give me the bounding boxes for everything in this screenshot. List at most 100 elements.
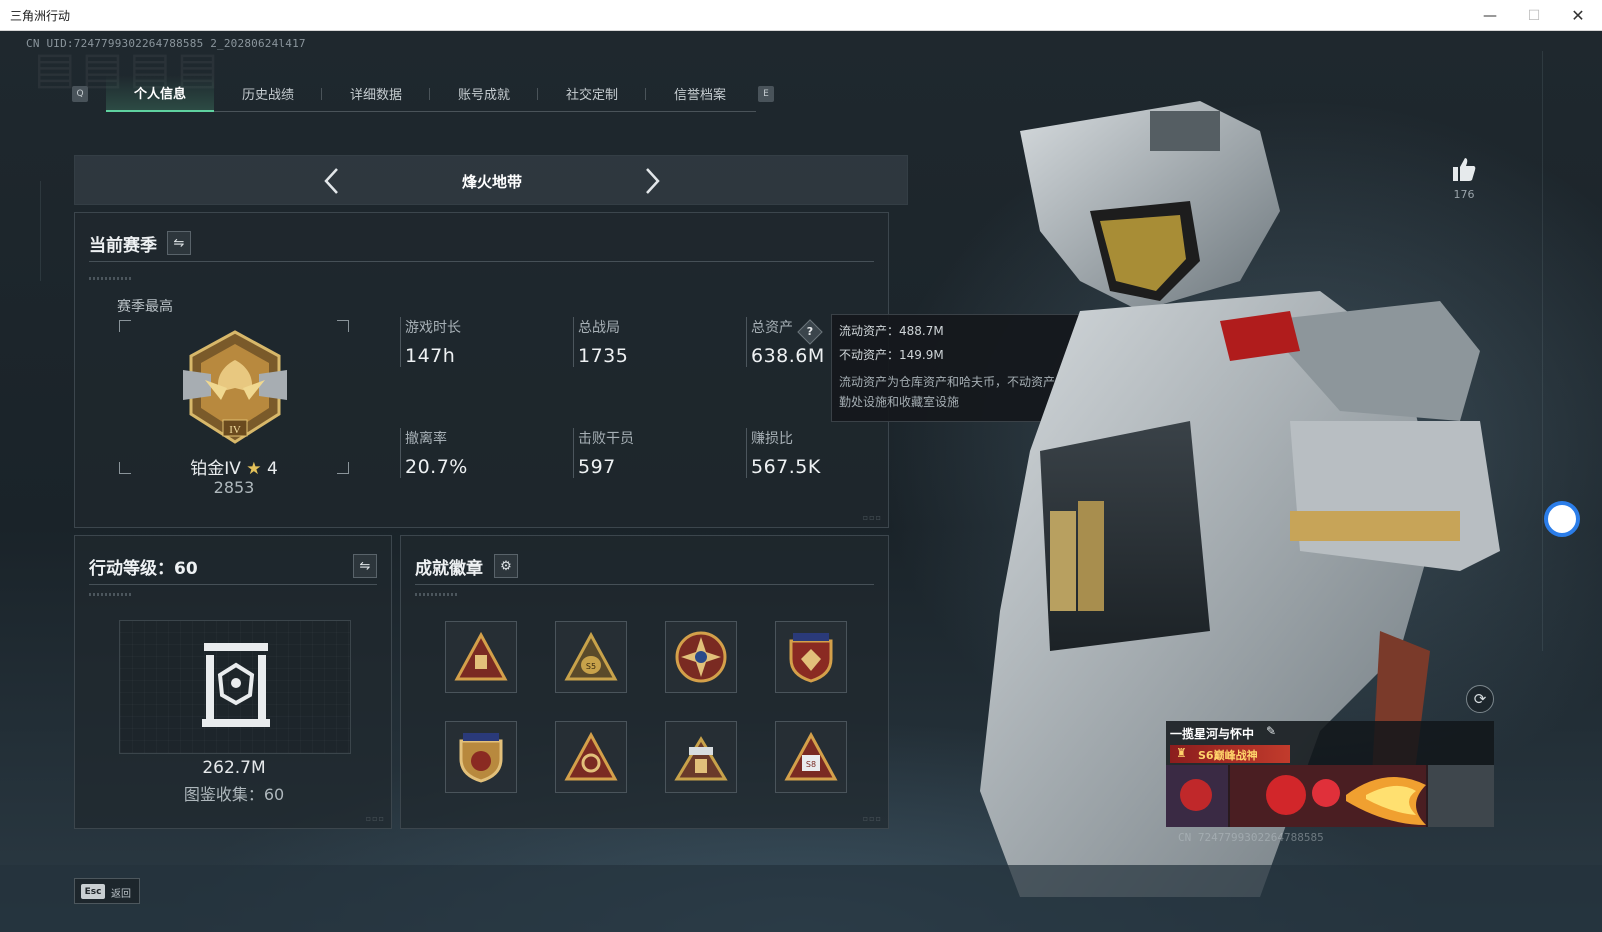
divider-dots bbox=[415, 593, 459, 596]
tab-social[interactable]: 社交定制 bbox=[538, 75, 646, 112]
swap-icon: ⇋ bbox=[173, 235, 185, 251]
tab-bar: 个人信息 历史战绩 详细数据 账号成就 社交定制 信誉档案 bbox=[106, 75, 756, 112]
shield-stars-badge-icon bbox=[459, 733, 503, 783]
bottom-bar bbox=[0, 865, 1602, 932]
level-switch-button[interactable]: ⇋ bbox=[353, 554, 377, 578]
s8-triangle-badge-icon: S8 bbox=[784, 731, 838, 781]
rank-name-text: 铂金IV bbox=[190, 459, 241, 479]
player-namecard[interactable]: 一揽星河与怀中 ✎ ♜ S6巅峰战神 bbox=[1166, 721, 1494, 827]
esc-key-cap: Esc bbox=[81, 884, 105, 899]
stat-total-assets: 总资产 ? 638.6M bbox=[746, 317, 825, 367]
minimize-button[interactable]: — bbox=[1468, 0, 1512, 31]
divider-dots bbox=[89, 593, 133, 596]
stat-value: 638.6M bbox=[751, 345, 825, 367]
tab-achievements[interactable]: 账号成就 bbox=[430, 75, 538, 112]
stat-value: 147h bbox=[405, 345, 456, 367]
help-icon[interactable]: ? bbox=[797, 319, 824, 345]
shield-gem-badge-icon bbox=[789, 633, 833, 683]
svg-text:S8: S8 bbox=[806, 760, 816, 769]
stat-kills: 击败干员 597 bbox=[573, 428, 634, 478]
tab-reputation[interactable]: 信誉档案 bbox=[646, 75, 754, 112]
maximize-button[interactable]: ☐ bbox=[1512, 0, 1556, 31]
achievement-badge[interactable]: S5 bbox=[555, 621, 627, 693]
stat-label: 撤离率 bbox=[405, 431, 447, 447]
stat-label-text: 总资产 bbox=[751, 320, 793, 336]
season-switch-button[interactable]: ⇋ bbox=[167, 231, 191, 255]
uid-text: CN UID:7247799302264788585 2_20280624l41… bbox=[26, 37, 306, 50]
achievement-badge[interactable] bbox=[665, 721, 737, 793]
stat-total-matches: 总战局 1735 bbox=[573, 317, 628, 367]
achievement-badge[interactable] bbox=[665, 621, 737, 693]
stat-playtime: 游戏时长 147h bbox=[400, 317, 461, 367]
rank-score: 2853 bbox=[213, 478, 255, 497]
achievement-badge[interactable]: S8 bbox=[775, 721, 847, 793]
stat-profit-ratio: 赚损比 567.5K bbox=[746, 428, 821, 478]
floating-assist-button[interactable] bbox=[1544, 501, 1580, 537]
achievement-badge[interactable] bbox=[775, 621, 847, 693]
achievement-badge[interactable] bbox=[555, 721, 627, 793]
namecard-player-name: 一揽星河与怀中 bbox=[1170, 727, 1255, 741]
stat-value: 567.5K bbox=[751, 456, 821, 478]
badges-settings-button[interactable]: ⚙ bbox=[494, 554, 518, 578]
divider bbox=[89, 261, 874, 262]
mode-next-button[interactable] bbox=[637, 166, 667, 196]
rank-emblem-icon: IV bbox=[183, 330, 287, 444]
divider bbox=[89, 584, 377, 585]
thumbs-up-icon[interactable] bbox=[1450, 155, 1478, 183]
level-art-frame bbox=[119, 620, 351, 754]
panel-corner-dots: ▫▫▫ bbox=[862, 513, 882, 522]
swap-icon: ⇋ bbox=[359, 558, 371, 574]
tab-history[interactable]: 历史战绩 bbox=[214, 75, 322, 112]
stat-label: 击败干员 bbox=[578, 431, 634, 447]
badges-heading: 成就徽章 bbox=[415, 559, 483, 579]
chevron-right-icon bbox=[646, 168, 660, 194]
namecard-title-banner: ♜ S6巅峰战神 bbox=[1170, 745, 1290, 763]
hud-line bbox=[40, 181, 41, 281]
namecard-artwork bbox=[1166, 765, 1494, 827]
star-icon: ★ bbox=[246, 459, 262, 479]
stat-extraction-rate: 撤离率 20.7% bbox=[400, 428, 468, 478]
window-title: 三角洲行动 bbox=[10, 9, 71, 23]
namecard-uid: CN 7247799302264788585 bbox=[1178, 831, 1324, 844]
window-titlebar: 三角洲行动 — ☐ ✕ bbox=[0, 0, 1602, 31]
stat-label: 游戏时长 bbox=[405, 320, 461, 336]
tab-detailed-data[interactable]: 详细数据 bbox=[322, 75, 430, 112]
frame-corner bbox=[119, 320, 131, 332]
refresh-icon: ⟳ bbox=[1473, 690, 1487, 708]
stat-label: 总战局 bbox=[578, 320, 620, 336]
eye-triangle-badge-icon bbox=[564, 731, 618, 781]
stat-label: 总资产 ? bbox=[751, 317, 825, 345]
tab-personal-info[interactable]: 个人信息 bbox=[106, 75, 214, 112]
stat-value: 1735 bbox=[578, 345, 629, 367]
trophy-icon: ♜ bbox=[1176, 746, 1187, 760]
close-button[interactable]: ✕ bbox=[1556, 0, 1600, 31]
tab-next-key[interactable]: E bbox=[758, 86, 774, 102]
gear-icon: ⚙ bbox=[500, 558, 512, 574]
season-heading: 当前赛季 bbox=[89, 236, 157, 256]
warning-box-badge-icon bbox=[454, 631, 508, 681]
frame-corner bbox=[337, 320, 349, 332]
rank-name: 铂金IV ★ 4 bbox=[129, 454, 339, 479]
collection-count: 图鉴收集：60 bbox=[183, 785, 285, 804]
level-panel: 行动等级：60 ⇋ 262.7M 图鉴收集：60 ▫▫▫ bbox=[74, 535, 392, 829]
crown-triangle-badge-icon bbox=[674, 736, 728, 781]
panel-corner-dots: ▫▫▫ bbox=[365, 814, 385, 823]
gold-bag-badge-icon: S5 bbox=[564, 631, 618, 681]
hud-line bbox=[1542, 51, 1543, 651]
help-glyph: ? bbox=[807, 325, 814, 338]
achievement-badge[interactable] bbox=[445, 721, 517, 793]
stat-value: 597 bbox=[578, 456, 616, 478]
stat-label: 赚损比 bbox=[751, 431, 793, 447]
divider-dots bbox=[89, 277, 133, 280]
star-compass-badge-icon bbox=[675, 631, 727, 683]
tab-prev-key[interactable]: Q bbox=[72, 86, 88, 102]
svg-text:S5: S5 bbox=[586, 662, 596, 671]
back-button[interactable]: Esc 返回 bbox=[74, 878, 140, 904]
collection-cabinet-icon bbox=[202, 643, 270, 727]
badges-panel: 成就徽章 ⚙ S5 S8 ▫▫▫ bbox=[400, 535, 889, 829]
mode-selector: 烽火地带 bbox=[74, 155, 908, 205]
edit-icon[interactable]: ✎ bbox=[1266, 724, 1276, 738]
refresh-button[interactable]: ⟳ bbox=[1466, 685, 1494, 713]
achievement-badge[interactable] bbox=[445, 621, 517, 693]
level-value: 262.7M bbox=[202, 758, 266, 778]
